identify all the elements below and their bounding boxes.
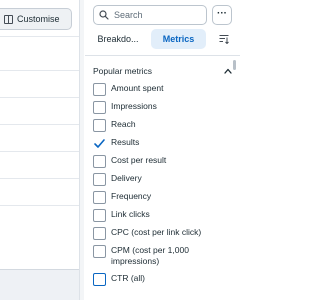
metric-checkbox[interactable] <box>93 83 106 96</box>
metric-row[interactable]: CPM (cost per 1,000 impressions) <box>93 244 233 266</box>
checkmark-icon <box>94 139 105 148</box>
panel-scrollbar[interactable] <box>233 56 237 300</box>
metric-checkbox[interactable] <box>93 209 106 222</box>
metric-checkbox[interactable] <box>93 137 106 150</box>
left-table-region: Customise <box>0 0 84 300</box>
metric-label: Frequency <box>111 191 152 201</box>
table-row-divider <box>0 178 79 179</box>
metric-checkbox[interactable] <box>93 101 106 114</box>
left-scrollbar[interactable] <box>79 0 84 300</box>
search-input[interactable] <box>114 10 204 20</box>
metric-row[interactable]: Reach <box>93 118 233 136</box>
metric-label: Cost per result <box>111 155 167 165</box>
metric-row[interactable]: Delivery <box>93 172 233 190</box>
metric-label: CTR (all) <box>111 273 145 283</box>
metric-row[interactable]: Amount spent <box>93 82 233 100</box>
more-icon: ··· <box>217 8 227 19</box>
panel-divider <box>85 55 240 56</box>
metric-label: Impressions <box>111 101 157 111</box>
metric-checkbox[interactable] <box>93 155 106 168</box>
metric-checkbox[interactable] <box>93 245 106 258</box>
metrics-panel: ··· Breakdo... Metrics Popular metrics A… <box>85 0 240 300</box>
sort-icon <box>219 35 229 45</box>
search-icon <box>99 10 109 20</box>
metric-row[interactable]: Results <box>93 136 233 154</box>
table-row-divider <box>0 124 79 125</box>
metric-label: Reach <box>111 119 136 129</box>
metric-row[interactable]: Frequency <box>93 190 233 208</box>
metric-label: CPC (cost per link click) <box>111 227 202 237</box>
table-row-divider <box>0 36 79 37</box>
tab-breakdown[interactable]: Breakdo... <box>93 29 143 49</box>
metric-row[interactable]: Link clicks <box>93 208 233 226</box>
metric-label: Results <box>111 137 140 147</box>
customise-label: Customise <box>17 14 60 24</box>
metric-label: Amount spent <box>111 83 164 93</box>
columns-icon <box>4 14 13 24</box>
table-row-divider <box>0 205 79 206</box>
metric-row[interactable]: CPC (cost per link click) <box>93 226 233 244</box>
more-options-button[interactable]: ··· <box>212 5 232 25</box>
scroll-thumb[interactable] <box>233 60 236 70</box>
metric-checkbox[interactable] <box>93 227 106 240</box>
table-row-divider <box>0 97 79 98</box>
table-row-divider <box>0 70 79 71</box>
metric-checkbox[interactable] <box>93 191 106 204</box>
chevron-up-icon[interactable] <box>223 64 233 78</box>
metric-row[interactable]: Cost per result <box>93 154 233 172</box>
table-area <box>0 0 79 270</box>
metric-row[interactable]: Impressions <box>93 100 233 118</box>
metric-label: CPM (cost per 1,000 impressions) <box>111 245 189 266</box>
metric-checkbox[interactable] <box>93 119 106 132</box>
table-row-divider <box>0 151 79 152</box>
tab-metrics[interactable]: Metrics <box>151 29 206 49</box>
customise-button[interactable]: Customise <box>0 8 72 30</box>
metric-label: Delivery <box>111 173 142 183</box>
metric-row[interactable]: CTR (all) <box>93 272 233 290</box>
sort-button[interactable] <box>215 29 233 49</box>
search-box[interactable] <box>93 5 207 25</box>
metric-checkbox[interactable] <box>93 173 106 186</box>
section-title-popular-metrics[interactable]: Popular metrics <box>93 64 233 78</box>
metric-label: Link clicks <box>111 209 150 219</box>
panel-tabs: Breakdo... Metrics <box>93 29 238 49</box>
metric-checkbox[interactable] <box>93 273 106 286</box>
